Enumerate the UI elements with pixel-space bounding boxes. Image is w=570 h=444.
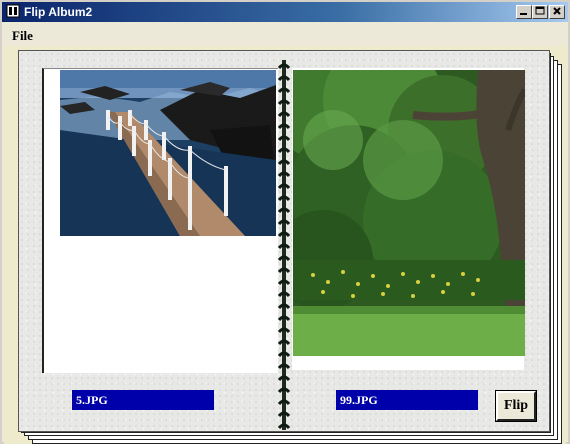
left-caption: 5.JPG xyxy=(72,390,214,410)
minimize-icon xyxy=(520,13,527,15)
menu-bar: File xyxy=(2,24,568,44)
app-window: Flip Album2 File 5.JPG 99.JPG Flip xyxy=(0,0,570,444)
window-title: Flip Album2 xyxy=(24,5,93,19)
maximize-icon xyxy=(535,6,545,15)
close-icon xyxy=(553,7,561,15)
right-caption: 99.JPG xyxy=(336,390,478,410)
close-button[interactable] xyxy=(549,5,565,19)
maximize-button[interactable] xyxy=(532,5,548,19)
spiral-binding xyxy=(277,60,291,430)
flip-button[interactable]: Flip xyxy=(495,390,537,422)
right-photo[interactable] xyxy=(293,70,525,356)
album-icon xyxy=(6,4,20,18)
minimize-button[interactable] xyxy=(516,5,532,19)
menu-file[interactable]: File xyxy=(12,28,33,44)
left-photo[interactable] xyxy=(60,70,276,236)
title-bar[interactable]: Flip Album2 xyxy=(2,2,568,22)
